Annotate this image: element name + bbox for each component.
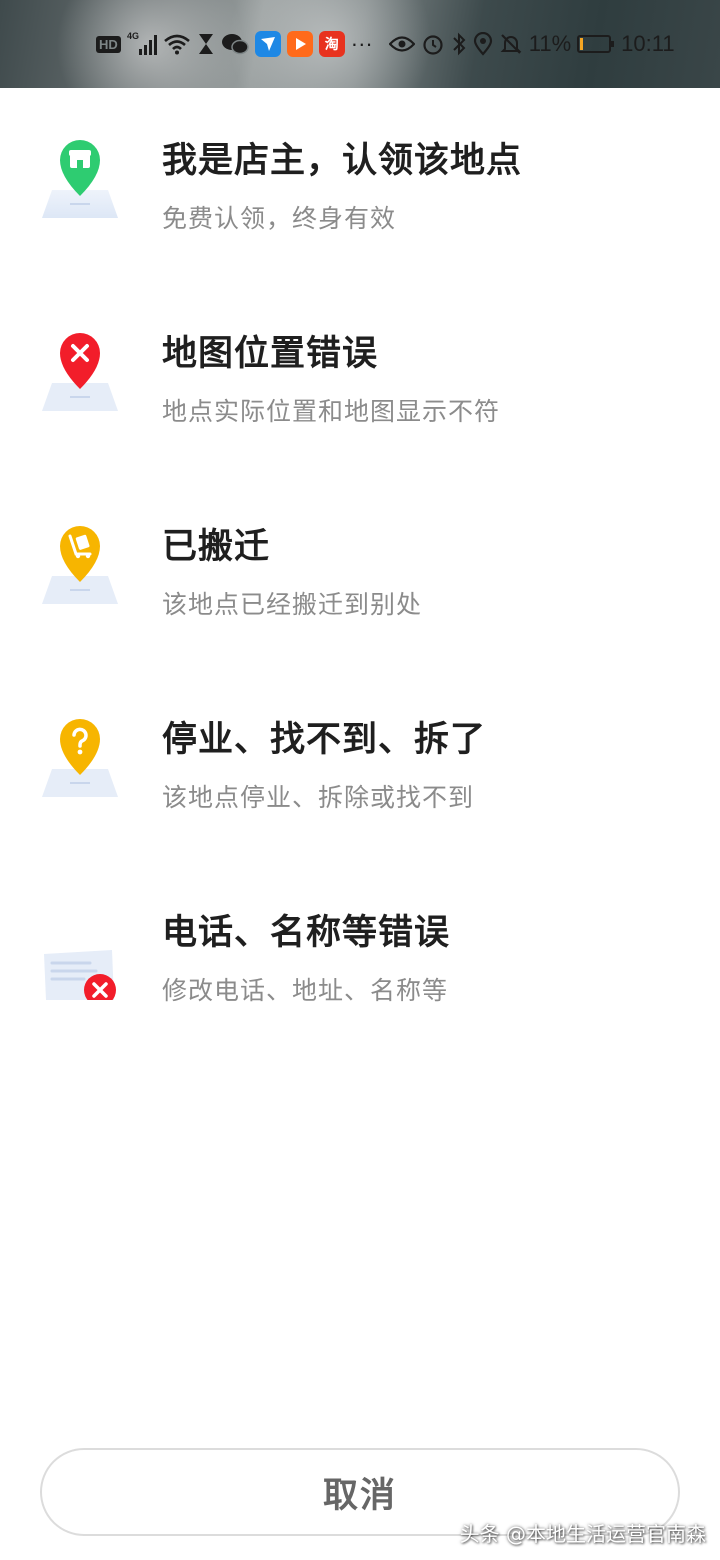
more-icon: ··· bbox=[350, 31, 373, 56]
eye-icon bbox=[388, 30, 415, 58]
bluetooth-icon bbox=[451, 30, 467, 58]
hd-icon: HD bbox=[96, 35, 121, 53]
battery-icon bbox=[577, 35, 615, 53]
wifi-icon bbox=[163, 30, 191, 58]
option-claim-location[interactable]: 我是店主，认领该地点 免费认领，终身有效 bbox=[0, 88, 720, 281]
hourglass-icon bbox=[197, 30, 215, 58]
network-type-label: 4G bbox=[127, 31, 139, 41]
error-pin-icon bbox=[40, 331, 120, 421]
option-subtitle: 地点实际位置和地图显示不符 bbox=[162, 397, 501, 426]
video-app-icon bbox=[286, 31, 313, 57]
store-pin-icon bbox=[40, 138, 120, 228]
option-subtitle: 免费认领，终身有效 bbox=[162, 204, 397, 233]
option-title: 停业、找不到、拆了 bbox=[162, 720, 487, 760]
taobao-label: 淘 bbox=[324, 37, 339, 53]
option-title: 地图位置错误 bbox=[162, 334, 379, 374]
option-info-error[interactable]: 电话、名称等错误 修改电话、地址、名称等 bbox=[0, 860, 720, 1053]
option-map-location-error[interactable]: 地图位置错误 地点实际位置和地图显示不符 bbox=[0, 281, 720, 474]
option-subtitle: 修改电话、地址、名称等 bbox=[162, 976, 449, 1005]
option-subtitle: 该地点停业、拆除或找不到 bbox=[162, 783, 475, 812]
option-relocated[interactable]: 已搬迁 该地点已经搬迁到别处 bbox=[0, 474, 720, 667]
signal-icon: 4G bbox=[127, 30, 157, 58]
moving-cart-pin-icon bbox=[40, 524, 120, 614]
location-icon bbox=[473, 30, 493, 58]
clock: 10:11 bbox=[621, 31, 675, 56]
option-title: 电话、名称等错误 bbox=[162, 913, 451, 953]
cancel-label: 取消 bbox=[322, 1475, 397, 1516]
feishu-icon bbox=[254, 31, 281, 57]
status-bar: HD 4G 淘 ··· 11% 10:11 bbox=[0, 0, 720, 88]
wechat-icon bbox=[221, 30, 249, 58]
option-closed-not-found[interactable]: 停业、找不到、拆了 该地点停业、拆除或找不到 bbox=[0, 667, 720, 860]
watermark: 头条 @本地生活运营官南森 bbox=[459, 1522, 706, 1546]
alarm-icon bbox=[421, 30, 445, 58]
mute-icon bbox=[499, 30, 523, 58]
option-title: 已搬迁 bbox=[162, 527, 271, 567]
battery-percent: 11% bbox=[528, 31, 572, 56]
report-options-sheet: 我是店主，认领该地点 免费认领，终身有效 地图位置错误 地点实际位置和地图显示不… bbox=[0, 88, 720, 1560]
question-pin-icon bbox=[40, 717, 120, 807]
taobao-icon: 淘 bbox=[318, 31, 345, 57]
option-title: 我是店主，认领该地点 bbox=[162, 141, 523, 181]
info-card-error-icon bbox=[40, 910, 120, 1006]
option-subtitle: 该地点已经搬迁到别处 bbox=[162, 590, 423, 619]
